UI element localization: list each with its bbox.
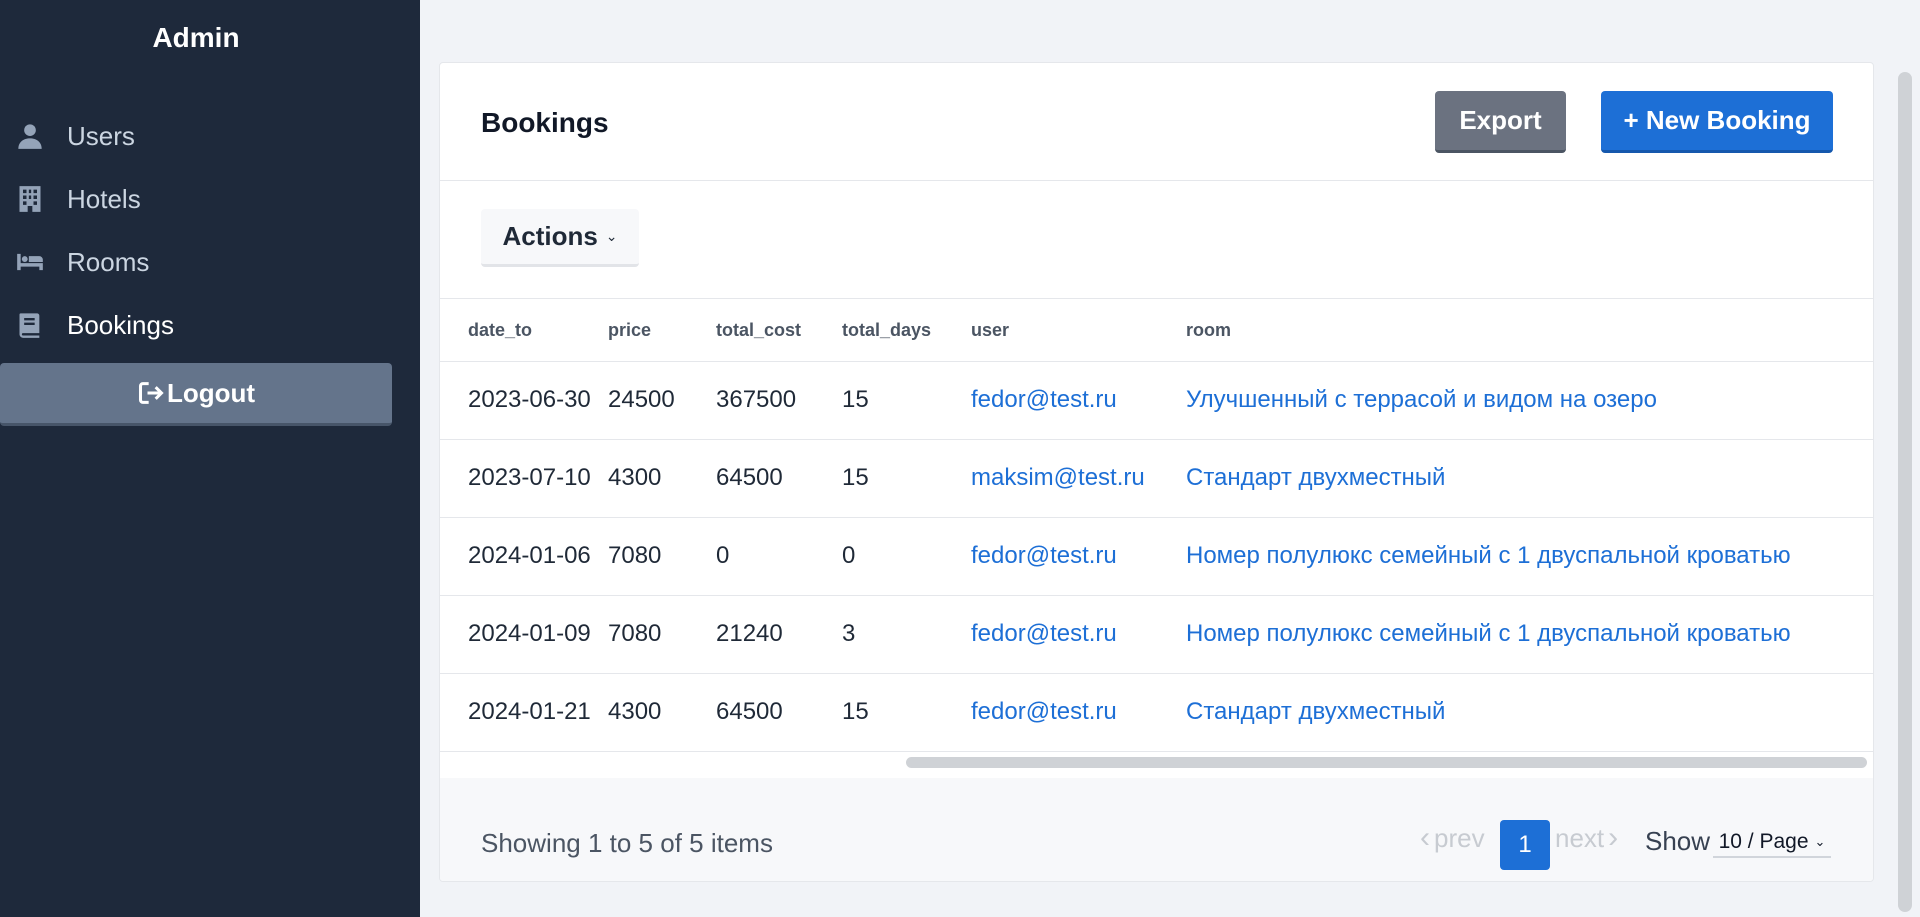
- cell-total-days: 15: [842, 361, 971, 440]
- next-label: next: [1555, 822, 1605, 853]
- next-page-button[interactable]: next ›: [1555, 821, 1618, 855]
- cell-total-cost: 367500: [716, 361, 842, 440]
- card-footer: Showing 1 to 5 of 5 items ‹ prev 1 next …: [440, 778, 1873, 881]
- prev-label: prev: [1434, 822, 1485, 853]
- cell-price: 4300: [608, 439, 716, 518]
- cell-total-cost: 64500: [716, 673, 842, 752]
- new-booking-button[interactable]: + New Booking: [1601, 91, 1833, 153]
- bookings-card: Bookings Export + New Booking Actions ⌄ …: [439, 62, 1874, 882]
- cell-room-link[interactable]: Улучшенный с террасой и видом на озеро: [1186, 361, 1873, 440]
- chevron-down-icon: ⌄: [1814, 834, 1826, 849]
- table-row: 2024-01-06 7080 0 0 fedor@test.ru Номер …: [440, 517, 1873, 596]
- cell-user-link[interactable]: fedor@test.ru: [971, 673, 1186, 752]
- showing-summary: Showing 1 to 5 of 5 items: [481, 828, 773, 858]
- cell-room-link[interactable]: Номер полулюкс семейный с 1 двуспальной …: [1186, 595, 1873, 674]
- sidebar-item-label: Hotels: [67, 183, 141, 214]
- column-header[interactable]: total_days: [842, 300, 971, 362]
- cell-date-to: 2023-06-30: [440, 361, 608, 440]
- page-title: Bookings: [481, 107, 609, 138]
- sidebar-item-label: Bookings: [67, 309, 174, 340]
- cell-user-link[interactable]: fedor@test.ru: [971, 517, 1186, 596]
- sidebar-item-label: Users: [67, 120, 135, 151]
- prev-page-button[interactable]: ‹ prev: [1420, 821, 1485, 855]
- bed-icon: [15, 247, 45, 277]
- column-header[interactable]: date_to: [440, 300, 608, 362]
- sidebar-item-users[interactable]: Users: [0, 108, 392, 164]
- cell-total-cost: 0: [716, 517, 842, 596]
- table-row: 2023-06-30 24500 367500 15 fedor@test.ru…: [440, 361, 1873, 440]
- per-page-select[interactable]: 10 / Page ⌄: [1713, 828, 1831, 858]
- vertical-scrollbar[interactable]: [1898, 72, 1912, 912]
- table-row: 2023-07-10 4300 64500 15 maksim@test.ru …: [440, 439, 1873, 518]
- export-button[interactable]: Export: [1435, 91, 1566, 153]
- cell-total-days: 15: [842, 673, 971, 752]
- page-button-current[interactable]: 1: [1500, 820, 1550, 870]
- book-icon: [15, 310, 45, 340]
- cell-date-to: 2024-01-09: [440, 595, 608, 674]
- brand-title: Admin: [152, 22, 240, 53]
- cell-date-to: 2024-01-06: [440, 517, 608, 596]
- actions-dropdown[interactable]: Actions ⌄: [481, 209, 639, 267]
- chevron-right-icon: ›: [1608, 821, 1619, 854]
- table-row: 2024-01-09 7080 21240 3 fedor@test.ru Но…: [440, 595, 1873, 674]
- cell-room-link[interactable]: Номер полулюкс семейный с 1 двуспальной …: [1186, 517, 1873, 596]
- cell-total-cost: 64500: [716, 439, 842, 518]
- show-label: Show: [1645, 826, 1711, 856]
- cell-total-days: 3: [842, 595, 971, 674]
- column-header[interactable]: total_cost: [716, 300, 842, 362]
- table-header-row: date_to price total_cost total_days user…: [440, 300, 1873, 362]
- cell-price: 24500: [608, 361, 716, 440]
- cell-total-days: 0: [842, 517, 971, 596]
- sidebar-item-rooms[interactable]: Rooms: [0, 234, 392, 290]
- sidebar-item-bookings[interactable]: Bookings: [0, 297, 392, 353]
- cell-user-link[interactable]: maksim@test.ru: [971, 439, 1186, 518]
- building-icon: [15, 184, 45, 214]
- actions-label: Actions: [502, 221, 598, 251]
- cell-price: 7080: [608, 517, 716, 596]
- cell-total-days: 15: [842, 439, 971, 518]
- cell-price: 7080: [608, 595, 716, 674]
- chevron-left-icon: ‹: [1420, 821, 1430, 854]
- logout-icon: [138, 382, 164, 404]
- table-row: 2024-01-21 4300 64500 15 fedor@test.ru С…: [440, 673, 1873, 752]
- chevron-down-icon: ⌄: [605, 228, 618, 244]
- per-page-value: 10 / Page: [1718, 830, 1809, 853]
- sidebar-item-hotels[interactable]: Hotels: [0, 171, 392, 227]
- logout-label: Logout: [166, 377, 256, 408]
- sidebar-item-label: Rooms: [67, 246, 150, 277]
- sidebar: Admin Users Hotels Rooms Bookings Logout: [0, 0, 420, 917]
- column-header[interactable]: price: [608, 300, 716, 362]
- cell-room-link[interactable]: Стандарт двухместный: [1186, 439, 1873, 518]
- horizontal-scrollbar[interactable]: [906, 757, 1867, 768]
- cell-room-link[interactable]: Стандарт двухместный: [1186, 673, 1873, 752]
- cell-user-link[interactable]: fedor@test.ru: [971, 595, 1186, 674]
- cell-price: 4300: [608, 673, 716, 752]
- card-header: Bookings Export + New Booking: [440, 63, 1873, 181]
- cell-user-link[interactable]: fedor@test.ru: [971, 361, 1186, 440]
- column-header[interactable]: room: [1186, 300, 1873, 362]
- user-icon: [15, 121, 45, 151]
- bookings-table: date_to price total_cost total_days user…: [440, 300, 1873, 752]
- cell-date-to: 2023-07-10: [440, 439, 608, 518]
- toolbar: Actions ⌄: [440, 181, 1873, 299]
- cell-total-cost: 21240: [716, 595, 842, 674]
- column-header[interactable]: user: [971, 300, 1186, 362]
- logout-button[interactable]: Logout: [0, 363, 392, 426]
- cell-date-to: 2024-01-21: [440, 673, 608, 752]
